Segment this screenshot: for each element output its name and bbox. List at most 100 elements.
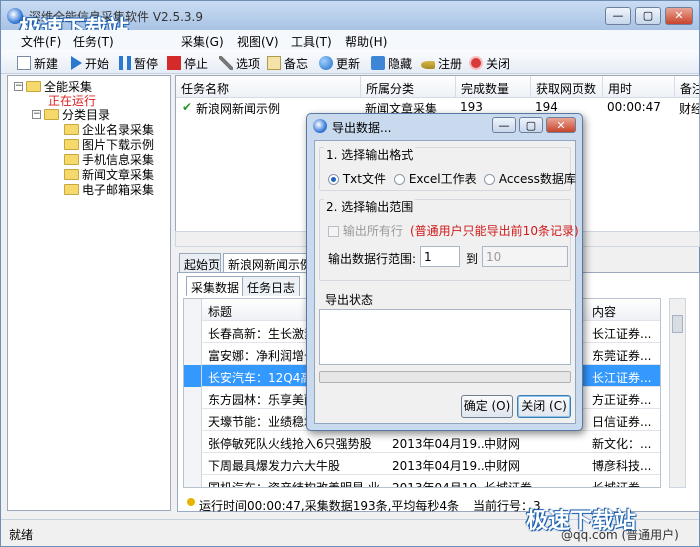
tree-item-email[interactable]: 电子邮箱采集 <box>64 181 154 198</box>
task-done: 193 <box>460 100 483 114</box>
start-button[interactable]: 开始 <box>71 54 109 72</box>
pause-icon <box>119 56 131 70</box>
dialog-minimize-button[interactable]: — <box>492 117 516 133</box>
close-button[interactable]: 关闭 <box>469 54 510 72</box>
cell-content: 长城证券... <box>592 481 652 488</box>
col-note[interactable]: 备注 <box>675 76 699 98</box>
table-row[interactable]: 下周最具爆发力六大牛股 2013年04月19... 中财网 博彦科技... <box>184 453 660 475</box>
tab-collected-data[interactable]: 采集数据 <box>186 276 245 296</box>
menu-help[interactable]: 帮助(H) <box>345 33 387 50</box>
format-heading: 1. 选择输出格式 <box>324 146 416 163</box>
new-label: 新建 <box>34 56 59 71</box>
register-button[interactable]: 注册 <box>421 54 462 72</box>
register-label: 注册 <box>438 56 463 71</box>
table-row[interactable]: 张停敏死队火线抢入6只强势股 2013年04月19... 中财网 新文化：... <box>184 431 660 453</box>
cell-content: 长江证券... <box>592 371 652 385</box>
dialog-close-icon[interactable]: ✕ <box>546 117 576 133</box>
row-indicator <box>184 387 202 409</box>
vertical-scrollbar[interactable] <box>669 298 686 488</box>
cell-content: 东莞证券... <box>592 349 652 363</box>
radio-excel[interactable]: Excel工作表 <box>394 170 477 187</box>
export-all-checkbox[interactable]: 输出所有行 <box>328 222 403 239</box>
row-indicator <box>184 343 202 365</box>
memo-icon <box>267 56 281 70</box>
ok-button[interactable]: 确定 (O) <box>461 395 513 418</box>
dialog-title: 导出数据... <box>332 121 392 135</box>
radio-dot <box>484 174 495 185</box>
task-note: 财经 <box>679 102 699 116</box>
row-indicator <box>184 453 202 475</box>
memo-button[interactable]: 备忘 <box>267 54 308 72</box>
export-status-heading: 导出状态 <box>325 293 374 307</box>
format-group: 1. 选择输出格式 Txt文件 Excel工作表 Access数据库 <box>319 146 576 191</box>
col-time[interactable]: 用时 <box>603 76 675 98</box>
col-category[interactable]: 所属分类 <box>361 76 456 98</box>
menu-collect[interactable]: 采集(G) <box>181 33 224 50</box>
cell-date: 2013年04月19... <box>392 459 489 473</box>
col-pages[interactable]: 获取网页数 <box>531 76 603 98</box>
menu-tools[interactable]: 工具(T) <box>291 33 332 50</box>
folder-icon <box>64 169 79 180</box>
folder-icon <box>64 184 79 195</box>
menu-task[interactable]: 任务(T) <box>73 33 114 50</box>
minimize-button[interactable]: — <box>605 7 631 25</box>
hide-icon <box>371 56 385 70</box>
dialog-maximize-button[interactable]: ▢ <box>519 117 543 133</box>
menu-view[interactable]: 视图(V) <box>237 33 279 50</box>
cell-content: 博彦科技... <box>592 459 652 473</box>
radio-access[interactable]: Access数据库 <box>484 170 576 187</box>
cell-date: 2013年04月19... <box>392 437 489 451</box>
radio-txt[interactable]: Txt文件 <box>328 170 386 187</box>
task-time: 00:00:47 <box>607 100 661 114</box>
collapse-icon[interactable]: − <box>14 82 23 91</box>
cell-title: 国机汽车：资产结构改善明显 业... <box>208 481 392 488</box>
close-window-button[interactable]: ✕ <box>665 7 693 25</box>
limit-notice: (普通用户只能导出前10条记录) <box>410 224 579 238</box>
range-to-label: 到 <box>466 252 479 266</box>
dialog-close-button[interactable]: 关闭 (C) <box>517 395 571 418</box>
cell-title: 张停敏死队火线抢入6只强势股 <box>208 437 372 451</box>
task-name: 新浪网新闻示例 <box>196 102 281 116</box>
col-done[interactable]: 完成数量 <box>456 76 531 98</box>
row-indicator <box>184 475 202 487</box>
cell-title: 天壕节能：业绩稳增 <box>208 415 317 429</box>
hide-button[interactable]: 隐藏 <box>371 54 412 72</box>
tab-task-log[interactable]: 任务日志 <box>242 276 301 296</box>
menu-file[interactable]: 文件(F) <box>21 33 61 50</box>
tab-sina-news[interactable]: 新浪网新闻示例 <box>223 253 313 274</box>
col-task-name[interactable]: 任务名称 <box>176 76 361 98</box>
tab-start-page[interactable]: 起始页 <box>179 253 221 273</box>
col-content[interactable]: 内容 <box>592 303 616 320</box>
export-progress-bar <box>319 371 571 383</box>
tree-item-label: 电子邮箱采集 <box>82 183 155 197</box>
cell-source: 中财网 <box>484 437 521 451</box>
table-row[interactable]: 国机汽车：资产结构改善明显 业... 2013年04月19... 长城证券 长城证券.… <box>184 475 660 488</box>
col-title[interactable]: 标题 <box>208 303 232 320</box>
new-button[interactable]: 新建 <box>17 54 58 72</box>
maximize-button[interactable]: ▢ <box>635 7 661 25</box>
cell-content: 长江证券... <box>592 327 652 341</box>
update-label: 更新 <box>336 56 361 71</box>
cell-content: 方正证券... <box>592 393 652 407</box>
pause-label: 暂停 <box>134 56 159 71</box>
row-indicator <box>184 431 202 453</box>
row-indicator <box>184 299 202 321</box>
update-button[interactable]: 更新 <box>319 54 360 72</box>
new-doc-icon <box>17 56 31 70</box>
stop-label: 停止 <box>184 56 209 71</box>
globe-icon <box>319 56 333 70</box>
toolbar: 新建 开始 暂停 停止 选项 备忘 更新 隐藏 注册 关闭 <box>1 50 699 74</box>
row-indicator <box>184 409 202 431</box>
radio-dot <box>328 174 339 185</box>
folder-icon <box>26 81 41 92</box>
cell-date: 2013年04月19... <box>392 481 489 488</box>
range-from-input[interactable]: 1 <box>420 246 460 267</box>
dialog-body: 1. 选择输出格式 Txt文件 Excel工作表 Access数据库 2. 选择… <box>314 140 579 424</box>
pause-button[interactable]: 暂停 <box>119 54 158 72</box>
scroll-thumb[interactable] <box>672 315 683 333</box>
play-icon <box>71 56 82 70</box>
stop-button[interactable]: 停止 <box>167 54 208 72</box>
folder-icon <box>44 109 59 120</box>
collapse-icon[interactable]: − <box>32 110 41 119</box>
options-button[interactable]: 选项 <box>219 54 260 72</box>
